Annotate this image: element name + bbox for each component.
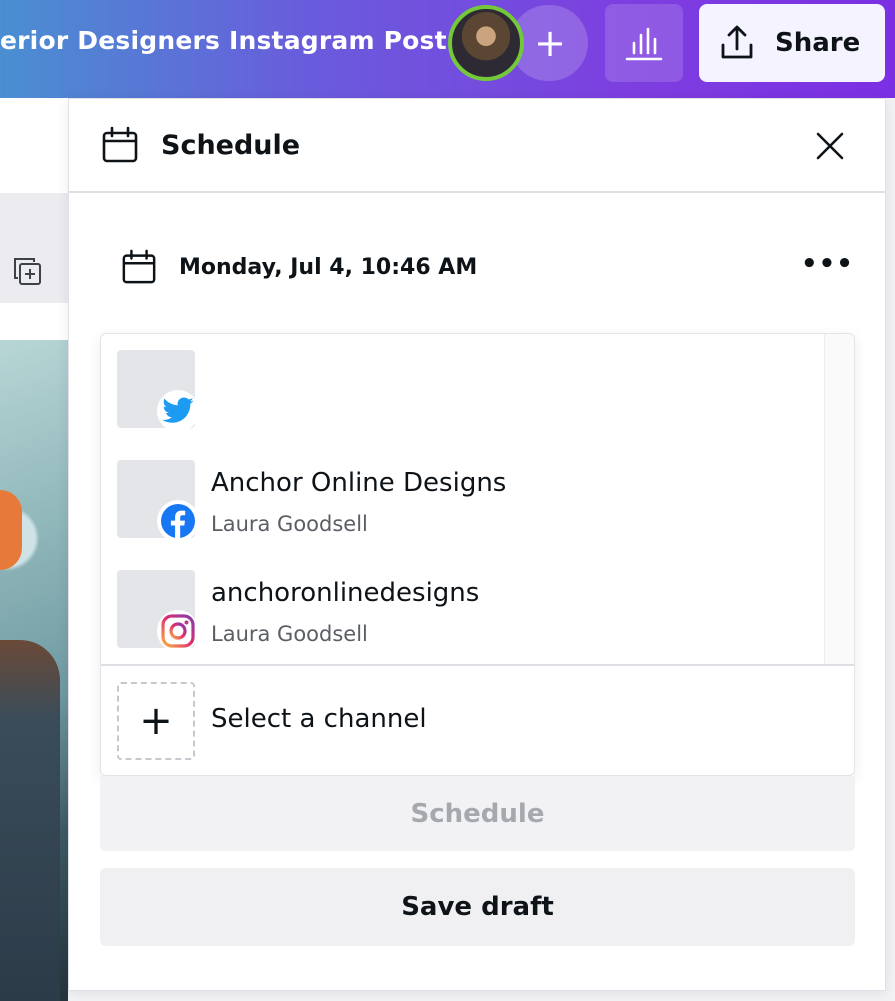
twitter-icon [157, 390, 199, 432]
facebook-icon [157, 500, 199, 542]
close-icon[interactable] [813, 129, 847, 163]
panel-title: Schedule [161, 129, 301, 161]
more-icon[interactable]: ••• [801, 251, 853, 279]
channel-item-facebook[interactable]: Anchor Online Designs Laura Goodsell [117, 460, 807, 542]
panel-header: Schedule [69, 99, 885, 193]
channel-item-instagram[interactable]: anchoronlinedesigns Laura Goodsell [117, 570, 807, 652]
share-icon [721, 25, 753, 59]
save-draft-button[interactable]: Save draft [100, 868, 855, 946]
instagram-icon [157, 610, 199, 652]
canvas-graphic [0, 490, 22, 570]
insights-button[interactable] [605, 4, 683, 82]
canvas-photo-person [0, 640, 60, 1001]
calendar-icon [102, 126, 138, 163]
channel-name: anchoronlinedesigns [211, 578, 480, 608]
document-title[interactable]: erior Designers Instagram Post [0, 26, 447, 55]
insights-icon [625, 27, 663, 61]
channel-owner: Laura Goodsell [211, 512, 368, 536]
select-channel-label: Select a channel [211, 704, 427, 734]
avatar[interactable] [448, 5, 524, 81]
channel-name: Anchor Online Designs [211, 468, 507, 498]
schedule-button[interactable]: Schedule [100, 776, 855, 851]
plus-icon: + [117, 682, 195, 760]
select-channel-button[interactable]: + Select a channel [117, 682, 817, 762]
share-button[interactable]: Share [699, 4, 885, 82]
share-label: Share [775, 28, 861, 58]
channel-owner: Laura Goodsell [211, 622, 368, 646]
duplicate-page-icon[interactable] [10, 254, 44, 288]
bottom-strip [68, 990, 895, 1001]
top-bar: erior Designers Instagram Post + Share [0, 0, 895, 98]
divider [101, 664, 854, 666]
plus-icon: + [534, 21, 566, 65]
scrollbar[interactable] [824, 334, 854, 664]
schedule-date-row[interactable]: Monday, Jul 4, 10:46 AM ••• [121, 247, 853, 287]
channel-list: Anchor Online Designs Laura Goodsell anc… [100, 333, 855, 776]
schedule-panel: Schedule Monday, Jul 4, 10:46 AM ••• Anc… [68, 98, 886, 991]
channel-item-twitter[interactable] [117, 350, 807, 432]
schedule-date: Monday, Jul 4, 10:46 AM [179, 254, 478, 280]
calendar-icon [122, 249, 156, 284]
